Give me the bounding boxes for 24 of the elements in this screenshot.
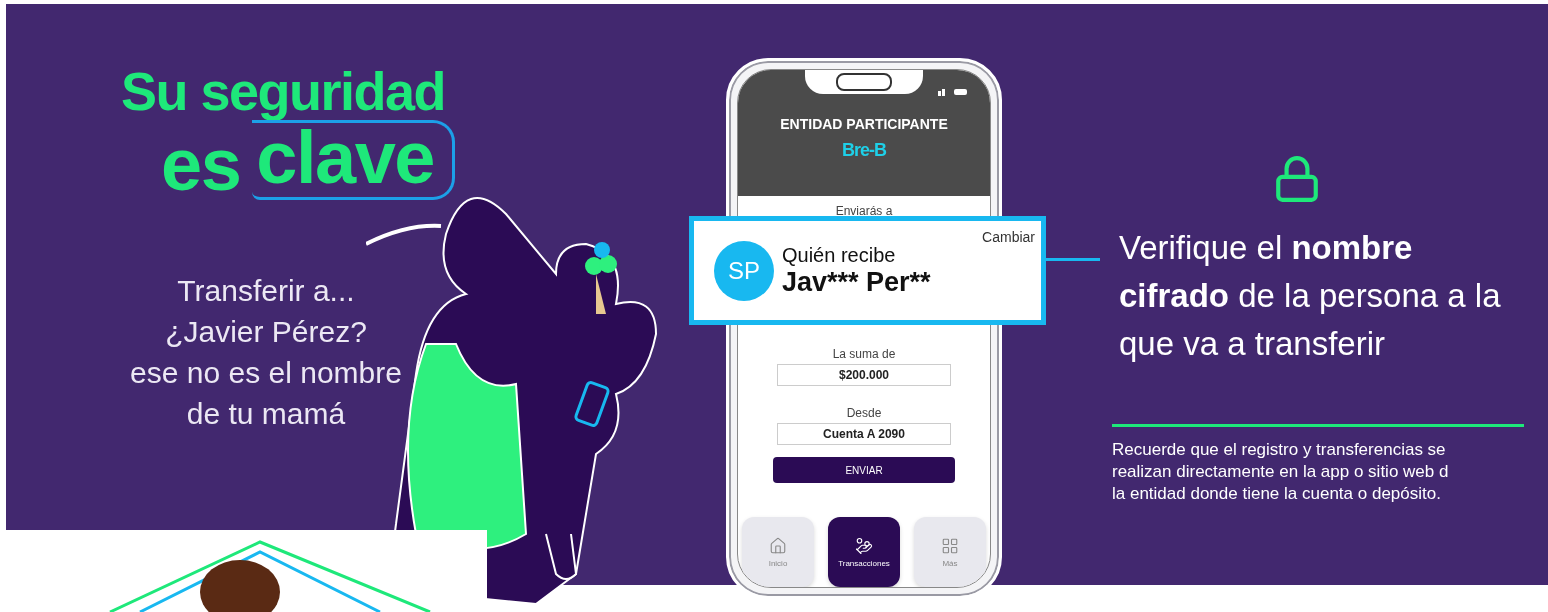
note-text: Recuerde que el registro y transferencias se realizan directamente en la app o sitio web d la entidad donde tiene la cuenta o depósito. bbox=[1112, 439, 1450, 505]
nav-tab[interactable]: Transacciones bbox=[828, 517, 900, 587]
send-button[interactable]: ENVIAR bbox=[773, 457, 955, 483]
amount-field[interactable]: $200.000 bbox=[777, 364, 951, 387]
change-link[interactable]: Cambiar bbox=[982, 229, 1035, 245]
account-field[interactable]: Cuenta A 2090 bbox=[777, 423, 951, 446]
house-icon bbox=[769, 536, 787, 555]
camera-pill-drawing bbox=[836, 73, 892, 91]
field-label: Desde bbox=[846, 406, 882, 421]
avatar: SP bbox=[714, 240, 774, 301]
speech-text: Transferir a... ¿Javier Pérez? ese no es el nombre de tu mamá bbox=[129, 273, 403, 432]
message-text: Verifique el nombre cifrado de la persona a la que va a transferir bbox=[1119, 228, 1502, 364]
brand-logo: Bre-B bbox=[842, 140, 886, 161]
headline-key: clave bbox=[252, 120, 455, 200]
field-label: Enviarás a bbox=[835, 203, 893, 218]
recipient-name: Jav*** Per** bbox=[782, 266, 931, 298]
grid-icon bbox=[941, 536, 959, 555]
recipient-label: Quién recibe bbox=[782, 243, 897, 267]
field-label: La suma de bbox=[832, 347, 896, 362]
app-title: ENTIDAD PARTICIPANTE bbox=[780, 116, 948, 132]
headline: Su seguridad bbox=[120, 62, 445, 120]
headline: es bbox=[161, 130, 241, 200]
battery-icon bbox=[938, 88, 968, 96]
hand-coins-icon bbox=[855, 536, 873, 555]
